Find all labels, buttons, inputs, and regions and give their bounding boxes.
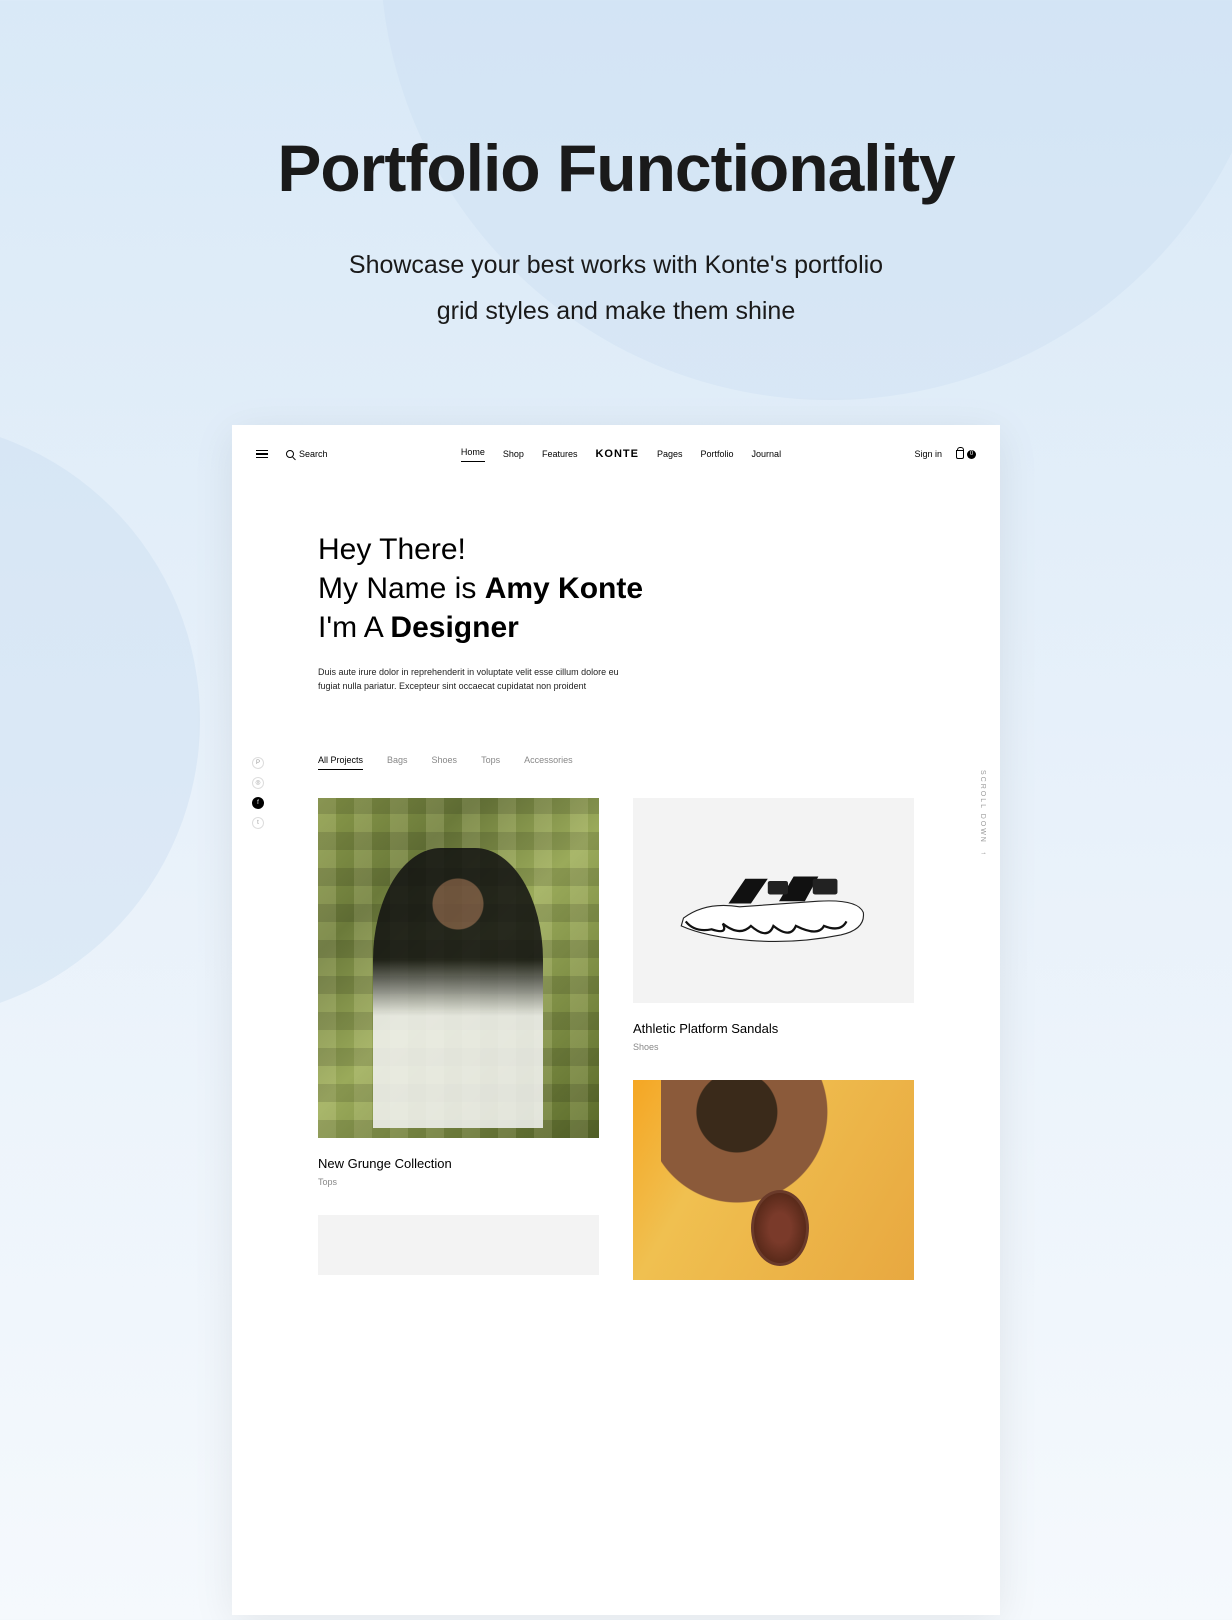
filter-bags[interactable]: Bags <box>387 755 408 770</box>
hero-line2: My Name is Amy Konte <box>318 569 976 608</box>
site-header: Search Home Shop Features KONTE Pages Po… <box>256 447 976 462</box>
card-category: Shoes <box>633 1042 914 1052</box>
hero-line1: Hey There! <box>318 530 976 569</box>
card-image <box>633 798 914 1003</box>
signin-link[interactable]: Sign in <box>914 449 942 459</box>
card-image <box>633 1080 914 1280</box>
sandal-illustration <box>661 845 886 957</box>
cart-count-badge: 0 <box>967 450 976 459</box>
instagram-icon[interactable]: ◎ <box>252 777 264 789</box>
nav-home[interactable]: Home <box>461 447 485 462</box>
filter-all[interactable]: All Projects <box>318 755 363 770</box>
nav-shop[interactable]: Shop <box>503 449 524 459</box>
main-nav: Home Shop Features KONTE Pages Portfolio… <box>461 447 781 462</box>
card-title: New Grunge Collection <box>318 1156 599 1171</box>
card-category: Tops <box>318 1177 599 1187</box>
page-title: Portfolio Functionality <box>0 130 1232 206</box>
hero-intro: Hey There! My Name is Amy Konte I'm A De… <box>318 530 976 694</box>
card-image <box>318 1215 599 1275</box>
hero-description: Duis aute irure dolor in reprehenderit i… <box>318 665 638 694</box>
card-image <box>318 798 599 1138</box>
search-icon <box>286 450 294 458</box>
filter-shoes[interactable]: Shoes <box>432 755 458 770</box>
scroll-down-indicator[interactable]: SCROLL DOWN <box>979 770 986 859</box>
portfolio-card-grunge[interactable]: New Grunge Collection Tops <box>318 798 599 1187</box>
pinterest-icon[interactable]: P <box>252 757 264 769</box>
demo-window: Search Home Shop Features KONTE Pages Po… <box>232 425 1000 1615</box>
nav-pages[interactable]: Pages <box>657 449 683 459</box>
facebook-icon[interactable]: f <box>252 797 264 809</box>
social-rail: P ◎ f t <box>252 757 264 829</box>
card-title: Athletic Platform Sandals <box>633 1021 914 1036</box>
nav-portfolio[interactable]: Portfolio <box>701 449 734 459</box>
twitter-icon[interactable]: t <box>252 817 264 829</box>
portfolio-card-placeholder[interactable] <box>318 1215 599 1275</box>
search-label: Search <box>299 449 328 459</box>
portfolio-grid: New Grunge Collection Tops Athle <box>318 798 914 1280</box>
hero-outer: Portfolio Functionality Showcase your be… <box>0 0 1232 395</box>
page-subtitle: Showcase your best works with Konte's po… <box>0 242 1232 335</box>
cart-button[interactable]: 0 <box>956 450 976 459</box>
filter-tops[interactable]: Tops <box>481 755 500 770</box>
portfolio-filters: All Projects Bags Shoes Tops Accessories <box>318 755 976 770</box>
bag-icon <box>956 450 964 459</box>
hero-line3: I'm A Designer <box>318 608 976 647</box>
hamburger-icon[interactable] <box>256 450 268 459</box>
filter-accessories[interactable]: Accessories <box>524 755 573 770</box>
nav-journal[interactable]: Journal <box>752 449 782 459</box>
search-button[interactable]: Search <box>286 449 328 459</box>
logo[interactable]: KONTE <box>595 448 639 460</box>
nav-features[interactable]: Features <box>542 449 578 459</box>
portfolio-card-sandals[interactable]: Athletic Platform Sandals Shoes <box>633 798 914 1052</box>
portfolio-card-earring[interactable] <box>633 1080 914 1280</box>
